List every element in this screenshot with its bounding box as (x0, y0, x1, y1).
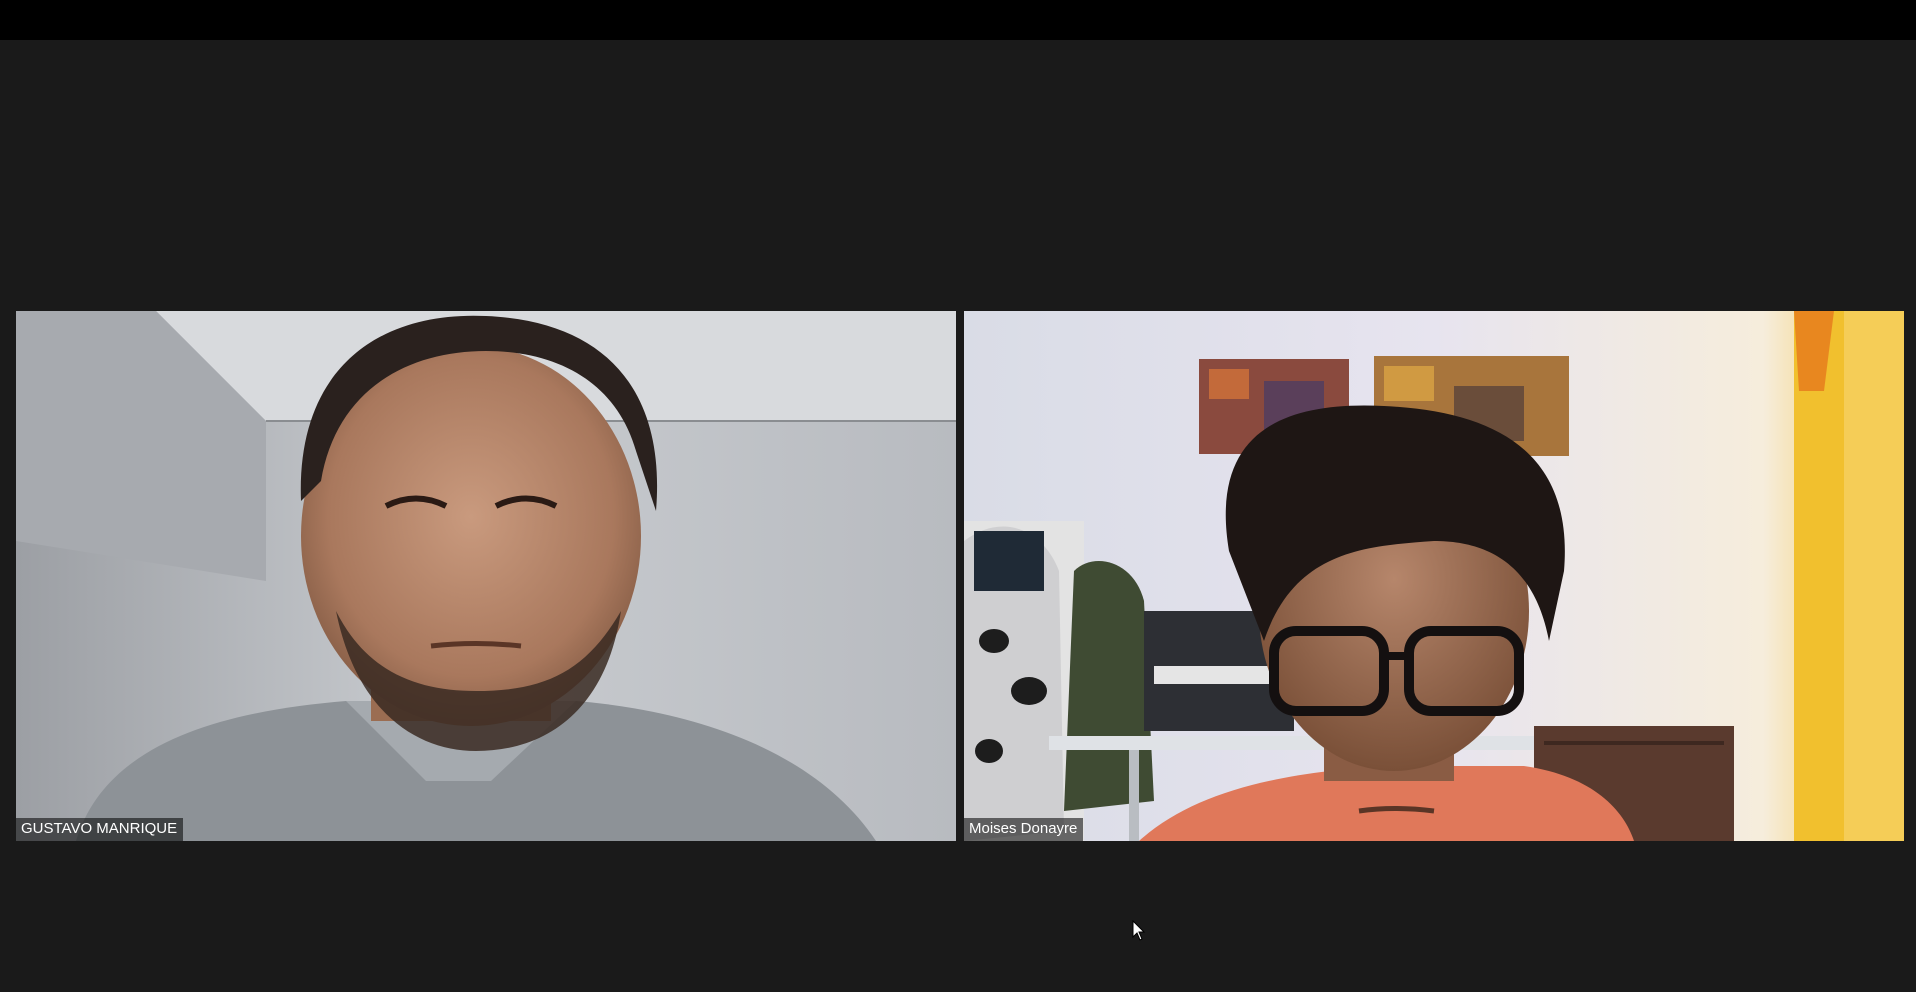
participant-video-tile[interactable]: Moises Donayre (964, 311, 1904, 841)
participant-video-tile[interactable]: GUSTAVO MANRIQUE (16, 311, 956, 841)
participant-video-feed (964, 311, 1904, 841)
mouse-pointer-icon (1132, 920, 1146, 941)
participant-name-label: GUSTAVO MANRIQUE (16, 818, 184, 841)
window-top-bar (0, 0, 1916, 40)
participant-video-feed (16, 311, 956, 841)
gallery-view: GUSTAVO MANRIQUE Moises Donayre (0, 40, 1916, 992)
participant-name-label: Moises Donayre (964, 818, 1084, 841)
